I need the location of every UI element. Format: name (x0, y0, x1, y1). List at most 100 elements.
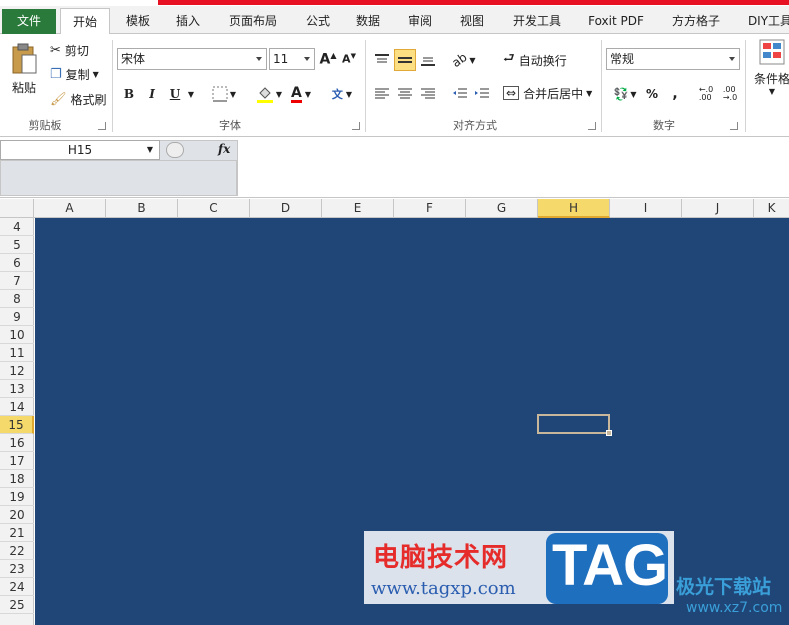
row-header[interactable]: 12 (0, 362, 34, 380)
alignment-launcher-icon[interactable] (588, 122, 596, 130)
bold-button[interactable]: B (120, 84, 138, 104)
comma-button[interactable]: , (666, 84, 684, 104)
increase-decimal-button[interactable]: ←.0.00 (696, 84, 716, 104)
font-color-button[interactable]: A ▼ (286, 84, 316, 104)
format-painter-button[interactable]: 🖌 格式刷 (50, 89, 110, 109)
align-center-button[interactable] (395, 84, 415, 104)
decrease-decimal-button[interactable]: .00 →.0 (720, 84, 740, 104)
column-header[interactable]: K (754, 199, 789, 218)
phonetic-icon: 文 (331, 88, 343, 101)
row-header[interactable]: 19 (0, 488, 34, 506)
formula-splitter-handle[interactable] (166, 142, 184, 158)
align-top-button[interactable] (372, 50, 392, 70)
row-header[interactable]: 13 (0, 380, 34, 398)
number-launcher-icon[interactable] (730, 122, 738, 130)
column-header[interactable]: G (466, 199, 538, 218)
cut-button[interactable]: ✂ 剪切 (50, 40, 110, 60)
accounting-format-button[interactable]: 💱 ▼ (610, 84, 640, 104)
formula-input[interactable] (237, 140, 789, 196)
font-launcher-icon[interactable] (352, 122, 360, 130)
align-middle-icon (398, 57, 412, 63)
row-header[interactable]: 17 (0, 452, 34, 470)
column-header-selected[interactable]: H (538, 199, 610, 218)
align-bottom-button[interactable] (418, 50, 438, 70)
row-header[interactable]: 14 (0, 398, 34, 416)
orientation-icon: ab (449, 49, 471, 71)
italic-button[interactable]: I (143, 84, 161, 104)
align-middle-button[interactable] (394, 49, 416, 71)
chevron-down-icon[interactable]: ▼ (186, 84, 196, 104)
number-format-combo[interactable]: 常规 (606, 48, 740, 70)
align-right-icon (421, 88, 435, 99)
percent-button[interactable]: % (643, 84, 661, 104)
orientation-button[interactable]: ab ▼ (450, 50, 478, 70)
font-name-combo[interactable]: 宋体 (117, 48, 267, 70)
insert-function-button[interactable]: fx (218, 142, 230, 156)
align-right-button[interactable] (418, 84, 438, 104)
copy-button[interactable]: ❐ 复制 ▼ (50, 64, 110, 84)
tab-review[interactable]: 审阅 (398, 8, 442, 34)
tab-page-layout[interactable]: 页面布局 (222, 8, 284, 34)
align-left-button[interactable] (372, 84, 392, 104)
row-header[interactable]: 10 (0, 326, 34, 344)
phonetic-button[interactable]: 文 ▼ (326, 82, 358, 106)
column-header[interactable]: B (106, 199, 178, 218)
column-header[interactable]: I (610, 199, 682, 218)
tab-insert[interactable]: 插入 (166, 8, 210, 34)
tab-view[interactable]: 视图 (450, 8, 494, 34)
row-header[interactable]: 6 (0, 254, 34, 272)
fill-color-button[interactable]: ▼ (252, 84, 286, 104)
grow-font-button[interactable]: A▲ (319, 48, 337, 70)
font-size-combo[interactable]: 11 (269, 48, 315, 70)
chevron-down-icon: ▼ (768, 87, 776, 96)
row-header[interactable]: 5 (0, 236, 34, 254)
column-header[interactable]: D (250, 199, 322, 218)
row-header-selected[interactable]: 15 (0, 416, 34, 434)
tab-fangfang[interactable]: 方方格子 (660, 8, 732, 34)
name-box[interactable]: H15 ▼ (0, 140, 160, 160)
wrap-text-button[interactable]: ⮐ 自动换行 (503, 50, 575, 70)
clipboard-launcher-icon[interactable] (98, 122, 106, 130)
tab-diy-tools[interactable]: DIY工具 (740, 8, 789, 34)
column-header[interactable]: J (682, 199, 754, 218)
row-header[interactable]: 8 (0, 290, 34, 308)
active-cell-h15[interactable] (537, 414, 610, 434)
fill-handle[interactable] (606, 430, 612, 436)
increase-indent-button[interactable] (472, 84, 492, 104)
tab-data[interactable]: 数据 (346, 8, 390, 34)
name-box-value: H15 (67, 143, 93, 157)
row-header[interactable]: 18 (0, 470, 34, 488)
decrease-indent-button[interactable] (450, 84, 470, 104)
row-header[interactable]: 16 (0, 434, 34, 452)
column-header[interactable]: E (322, 199, 394, 218)
tab-formulas[interactable]: 公式 (296, 8, 340, 34)
select-all-corner[interactable] (0, 199, 34, 218)
shrink-font-button[interactable]: A▼ (340, 48, 358, 70)
tab-home[interactable]: 开始 (60, 8, 110, 35)
conditional-format-label: 条件格 (753, 72, 789, 86)
column-header[interactable]: F (394, 199, 466, 218)
paste-button[interactable]: 粘贴 (6, 38, 42, 100)
row-header[interactable]: 22 (0, 542, 34, 560)
column-header[interactable]: C (178, 199, 250, 218)
row-header[interactable]: 9 (0, 308, 34, 326)
tab-template[interactable]: 模板 (116, 8, 160, 34)
row-header[interactable]: 23 (0, 560, 34, 578)
tab-developer[interactable]: 开发工具 (504, 8, 570, 34)
tab-foxit-pdf[interactable]: Foxit PDF (580, 8, 652, 34)
row-header[interactable]: 7 (0, 272, 34, 290)
row-header[interactable]: 24 (0, 578, 34, 596)
row-header[interactable]: 21 (0, 524, 34, 542)
tab-file[interactable]: 文件 (2, 9, 56, 34)
column-header[interactable]: A (34, 199, 106, 218)
row-header[interactable]: 4 (0, 218, 34, 236)
paste-label: 粘贴 (11, 80, 36, 95)
row-header[interactable]: 25 (0, 596, 34, 614)
border-button[interactable]: ▼ (208, 84, 240, 104)
row-header[interactable]: 20 (0, 506, 34, 524)
clipboard-group-label: 剪贴板 (28, 119, 62, 132)
underline-button[interactable]: U (166, 84, 184, 104)
row-header[interactable]: 11 (0, 344, 34, 362)
merge-center-button[interactable]: ⇔ 合并后居中 ▼ (503, 82, 597, 104)
conditional-format-button[interactable]: 条件格 ▼ (752, 38, 789, 108)
